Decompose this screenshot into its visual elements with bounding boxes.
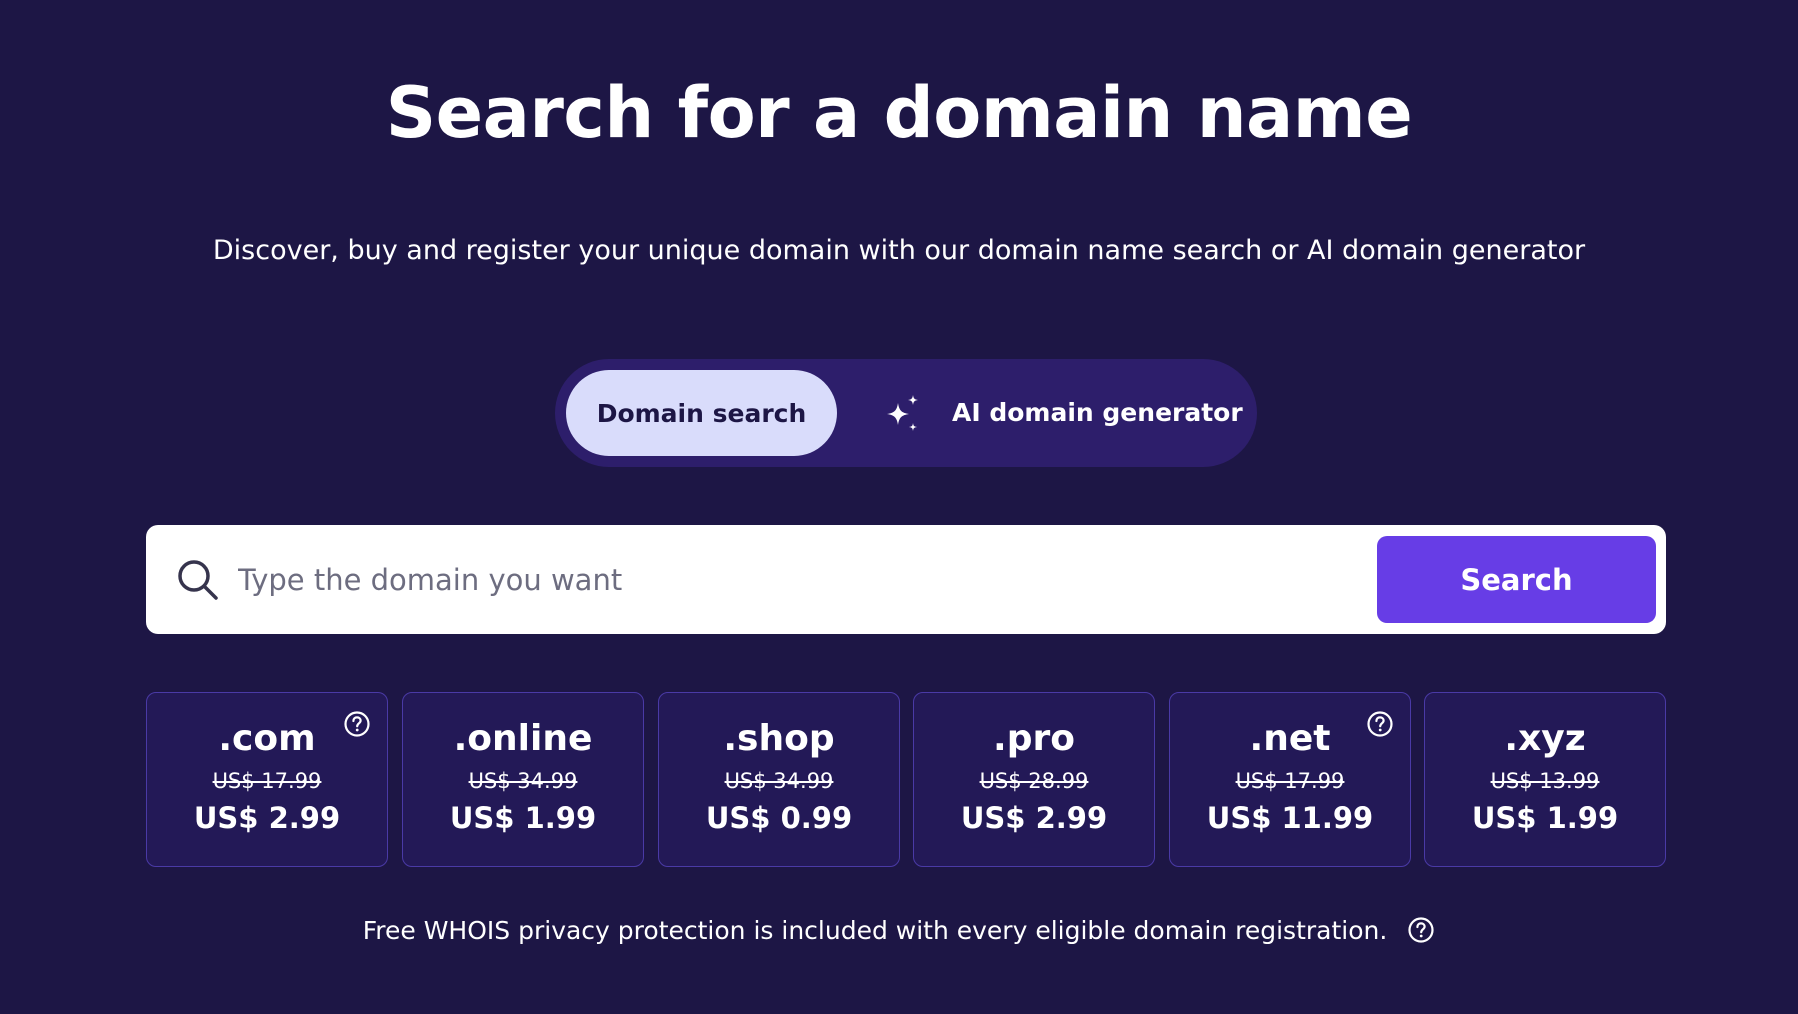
tld-new-price: US$ 2.99 bbox=[193, 801, 341, 835]
tld-card-pro[interactable]: .pro US$ 28.99 US$ 2.99 bbox=[913, 692, 1155, 867]
domain-search-input[interactable] bbox=[238, 537, 1358, 622]
question-circle-icon[interactable] bbox=[343, 710, 371, 738]
tld-card-net[interactable]: .net US$ 17.99 US$ 11.99 bbox=[1169, 692, 1411, 867]
tld-old-price: US$ 34.99 bbox=[724, 769, 834, 793]
tld-card-shop[interactable]: .shop US$ 34.99 US$ 0.99 bbox=[658, 692, 900, 867]
search-icon bbox=[178, 560, 218, 600]
tld-card-online[interactable]: .online US$ 34.99 US$ 1.99 bbox=[402, 692, 644, 867]
tld-new-price: US$ 0.99 bbox=[705, 801, 853, 835]
tld-old-price: US$ 34.99 bbox=[468, 769, 578, 793]
tld-new-price: US$ 1.99 bbox=[1471, 801, 1619, 835]
ai-domain-generator-tab-label: AI domain generator bbox=[952, 398, 1243, 427]
domain-search-box: Search bbox=[146, 525, 1666, 634]
tld-old-price: US$ 28.99 bbox=[979, 769, 1089, 793]
tld-new-price: US$ 2.99 bbox=[960, 801, 1108, 835]
domain-search-tab[interactable]: Domain search bbox=[566, 370, 837, 456]
tld-card-xyz[interactable]: .xyz US$ 13.99 US$ 1.99 bbox=[1424, 692, 1666, 867]
tld-name: .shop bbox=[723, 718, 835, 759]
search-button[interactable]: Search bbox=[1377, 536, 1656, 623]
tld-new-price: US$ 1.99 bbox=[449, 801, 597, 835]
domain-search-tab-label: Domain search bbox=[596, 398, 807, 428]
page-subtitle: Discover, buy and register your unique d… bbox=[212, 235, 1586, 266]
question-circle-icon[interactable] bbox=[1407, 916, 1435, 944]
tld-old-price: US$ 17.99 bbox=[1235, 769, 1345, 793]
domain-search-page: Search for a domain name Discover, buy a… bbox=[0, 0, 1798, 1014]
tld-card-com[interactable]: .com US$ 17.99 US$ 2.99 bbox=[146, 692, 388, 867]
tld-new-price: US$ 11.99 bbox=[1206, 801, 1374, 835]
whois-privacy-note-text: Free WHOIS privacy protection is include… bbox=[362, 916, 1388, 945]
page-title: Search for a domain name bbox=[385, 72, 1413, 154]
tld-name: .pro bbox=[993, 718, 1075, 759]
search-mode-toggle: Domain search AI domain generator bbox=[555, 359, 1257, 467]
tld-name: .online bbox=[453, 718, 593, 759]
question-circle-icon[interactable] bbox=[1366, 710, 1394, 738]
ai-domain-generator-tab[interactable]: AI domain generator bbox=[855, 370, 1245, 456]
tld-old-price: US$ 17.99 bbox=[212, 769, 322, 793]
whois-privacy-note: Free WHOIS privacy protection is include… bbox=[0, 912, 1798, 950]
sparkle-icon bbox=[887, 395, 918, 431]
tld-name: .xyz bbox=[1504, 718, 1586, 759]
tld-old-price: US$ 13.99 bbox=[1490, 769, 1600, 793]
